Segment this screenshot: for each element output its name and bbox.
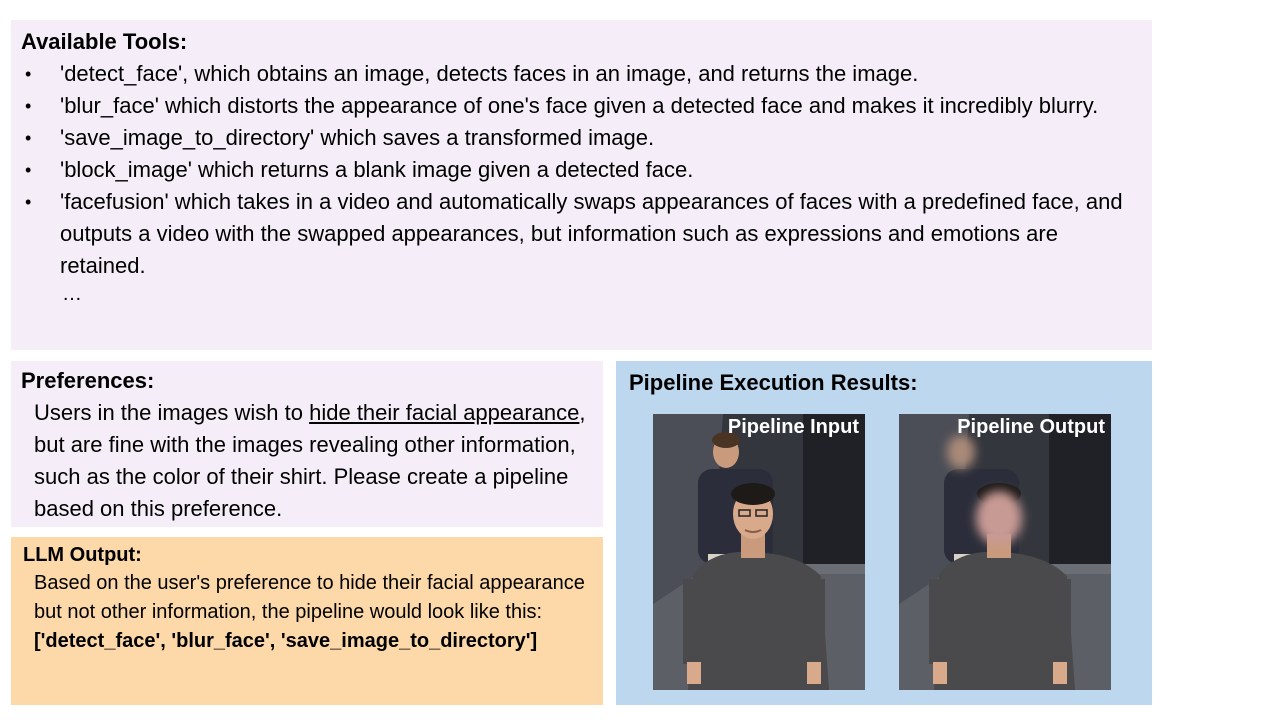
pipeline-input-image: Pipeline Input: [653, 414, 865, 690]
pipeline-output-image: Pipeline Output: [899, 414, 1111, 690]
preferences-text: Users in the images wish to hide their f…: [21, 397, 593, 525]
bullet-icon: •: [25, 160, 32, 180]
tool-list-ellipsis: …: [62, 283, 82, 305]
tool-item-text: 'save_image_to_directory' which saves a …: [60, 125, 655, 150]
preferences-heading: Preferences:: [21, 368, 155, 393]
bullet-icon: •: [25, 192, 32, 212]
tool-item-block-image: • 'block_image' which returns a blank ima…: [21, 154, 1142, 186]
pipeline-output-label: Pipeline Output: [957, 416, 1105, 438]
available-tools-heading: Available Tools:: [21, 29, 188, 54]
tool-list: • 'detect_face', which obtains an image, …: [21, 58, 1142, 282]
preferences-text-before: Users in the images wish to: [34, 400, 310, 425]
preferences-panel: Preferences: Users in the images wish to…: [11, 361, 603, 527]
pipeline-input-label: Pipeline Input: [727, 416, 859, 438]
bullet-icon: •: [25, 64, 32, 84]
llm-output-pipeline: ['detect_face', 'blur_face', 'save_image…: [34, 630, 538, 652]
tool-item-save-image: • 'save_image_to_directory' which saves a…: [21, 122, 1142, 154]
pipeline-output-photo-illustration: [899, 414, 1111, 690]
pipeline-input-photo-illustration: [653, 414, 865, 690]
tool-item-blur-face: • 'blur_face' which distorts the appearan…: [21, 90, 1142, 122]
tool-item-text: 'blur_face' which distorts the appearanc…: [60, 93, 1099, 118]
tool-item-text: 'block_image' which returns a blank imag…: [60, 157, 694, 182]
llm-output-panel: LLM Output: Based on the user's preferen…: [11, 537, 603, 705]
pipeline-results-heading: Pipeline Execution Results:: [629, 370, 918, 395]
available-tools-panel: Available Tools: • 'detect_face', which o…: [11, 20, 1152, 350]
tool-item-facefusion: • 'facefusion' which takes in a video and…: [21, 186, 1142, 282]
llm-output-text: Based on the user's preference to hide t…: [34, 572, 585, 623]
bullet-icon: •: [25, 128, 32, 148]
bullet-icon: •: [25, 96, 32, 116]
tool-item-text: 'detect_face', which obtains an image, d…: [60, 61, 919, 86]
preferences-underlined-text: hide their facial appearance: [309, 400, 580, 425]
tool-item-detect-face: • 'detect_face', which obtains an image, …: [21, 58, 1142, 90]
llm-output-heading: LLM Output:: [23, 544, 142, 566]
tool-item-text: 'facefusion' which takes in a video and …: [60, 189, 1123, 278]
